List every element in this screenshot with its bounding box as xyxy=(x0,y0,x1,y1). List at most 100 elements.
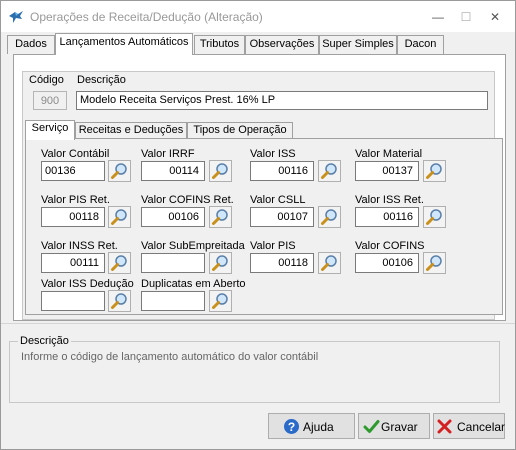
lookup-button[interactable] xyxy=(209,206,232,228)
save-label: Gravar xyxy=(381,420,418,434)
tab-label: Lançamentos Automáticos xyxy=(59,36,189,48)
lookup-button[interactable] xyxy=(318,252,341,274)
x-icon xyxy=(437,419,452,434)
valor-pis-ret-field[interactable]: 00118 xyxy=(41,207,105,227)
tab-servico[interactable]: Serviço xyxy=(25,120,75,140)
magnifier-icon xyxy=(426,255,442,271)
valor-iss-ret-field[interactable]: 00116 xyxy=(355,207,419,227)
lookup-button[interactable] xyxy=(209,252,232,274)
help-button[interactable]: ? Ajuda xyxy=(268,413,355,439)
lookup-button[interactable] xyxy=(108,290,131,312)
magnifier-icon xyxy=(212,209,228,225)
valor-subempreitada-field[interactable] xyxy=(141,253,205,273)
magnifier-icon xyxy=(111,293,127,309)
tab-dacon[interactable]: Dacon xyxy=(397,35,444,54)
minimize-button[interactable]: — xyxy=(425,7,451,27)
field-label: Valor INSS Ret. xyxy=(41,240,118,252)
duplicatas-em-aberto-field[interactable] xyxy=(141,291,205,311)
lookup-button[interactable] xyxy=(108,252,131,274)
descricao-label: Descrição xyxy=(77,74,126,86)
magnifier-icon xyxy=(321,209,337,225)
tab-tributos[interactable]: Tributos xyxy=(194,35,245,54)
lookup-button[interactable] xyxy=(318,160,341,182)
help-label: Ajuda xyxy=(303,420,334,434)
field-label: Valor PIS Ret. xyxy=(41,194,110,206)
descricao-field[interactable]: Modelo Receita Serviços Prest. 16% LP xyxy=(76,91,488,110)
magnifier-icon xyxy=(426,163,442,179)
close-icon: ✕ xyxy=(489,10,501,24)
svg-text:?: ? xyxy=(288,420,295,434)
field-label: Valor ISS Ret. xyxy=(355,194,424,206)
magnifier-icon xyxy=(321,163,337,179)
tab-label: Serviço xyxy=(31,122,69,134)
field-label: Valor ISS Dedução xyxy=(41,278,134,290)
lookup-button[interactable] xyxy=(209,290,232,312)
valor-iss-field[interactable]: 00116 xyxy=(250,161,314,181)
valor-pis-field[interactable]: 00118 xyxy=(250,253,314,273)
field-label: Valor CSLL xyxy=(250,194,306,206)
title-bar[interactable]: Operações de Receita/Dedução (Alteração)… xyxy=(1,1,515,32)
lookup-button[interactable] xyxy=(423,206,446,228)
valor-cofins-field[interactable]: 00106 xyxy=(355,253,419,273)
description-legend: Descrição xyxy=(18,335,71,347)
field-label: Valor PIS xyxy=(250,240,296,252)
codigo-label: Código xyxy=(29,74,64,86)
tab-receitas-deducoes[interactable]: Receitas e Deduções xyxy=(75,122,187,139)
tab-dados[interactable]: Dados xyxy=(7,35,55,54)
cancel-label: Cancelar xyxy=(457,420,506,434)
close-button[interactable]: ✕ xyxy=(482,7,508,27)
lookup-button[interactable] xyxy=(108,160,131,182)
field-label: Valor Contábil xyxy=(41,148,110,160)
tab-lancamentos-automaticos[interactable]: Lançamentos Automáticos xyxy=(55,33,193,55)
description-text: Informe o código de lançamento automátic… xyxy=(21,351,319,363)
valor-material-field[interactable]: 00137 xyxy=(355,161,419,181)
magnifier-icon xyxy=(111,163,127,179)
magnifier-icon xyxy=(111,209,127,225)
maximize-icon: ☐ xyxy=(460,10,472,24)
minimize-icon: — xyxy=(432,10,444,24)
field-label: Valor SubEmpreitada xyxy=(141,240,245,252)
lookup-button[interactable] xyxy=(423,252,446,274)
valor-iss-deducao-field[interactable] xyxy=(41,291,105,311)
field-label: Duplicatas em Aberto xyxy=(141,278,246,290)
save-button[interactable]: Gravar xyxy=(358,413,430,439)
magnifier-icon xyxy=(212,255,228,271)
magnifier-icon xyxy=(321,255,337,271)
tab-label: Tipos de Operação xyxy=(193,124,287,136)
magnifier-icon xyxy=(212,163,228,179)
codigo-field: 900 xyxy=(33,91,67,110)
field-label: Valor COFINS Ret. xyxy=(141,194,234,206)
cancel-button[interactable]: Cancelar xyxy=(433,413,505,439)
valor-cofins-ret-field[interactable]: 00106 xyxy=(141,207,205,227)
tab-label: Receitas e Deduções xyxy=(78,124,184,136)
tab-super-simples[interactable]: Super Simples xyxy=(319,35,397,54)
valor-csll-field[interactable]: 00107 xyxy=(250,207,314,227)
tab-observacoes[interactable]: Observações xyxy=(245,35,319,54)
lookup-button[interactable] xyxy=(318,206,341,228)
magnifier-icon xyxy=(426,209,442,225)
magnifier-icon xyxy=(111,255,127,271)
lookup-button[interactable] xyxy=(209,160,232,182)
maximize-button[interactable]: ☐ xyxy=(453,7,479,27)
valor-irrf-field[interactable]: 00114 xyxy=(141,161,205,181)
valor-inss-ret-field[interactable]: 00111 xyxy=(41,253,105,273)
tab-label: Super Simples xyxy=(322,38,394,50)
tab-label: Observações xyxy=(249,38,315,50)
help-icon: ? xyxy=(284,419,299,434)
tab-label: Dados xyxy=(15,38,47,50)
magnifier-icon xyxy=(212,293,228,309)
field-label: Valor IRRF xyxy=(141,148,195,160)
field-label: Valor COFINS xyxy=(355,240,425,252)
window: Operações de Receita/Dedução (Alteração)… xyxy=(0,0,516,450)
valor-contabil-field[interactable]: 00136 xyxy=(41,161,105,181)
check-icon xyxy=(363,420,380,433)
separator xyxy=(1,323,515,324)
field-label: Valor ISS xyxy=(250,148,296,160)
lookup-button[interactable] xyxy=(108,206,131,228)
lookup-button[interactable] xyxy=(423,160,446,182)
field-label: Valor Material xyxy=(355,148,423,160)
tab-tipos-operacao[interactable]: Tipos de Operação xyxy=(187,122,293,139)
app-bird-icon xyxy=(9,11,23,23)
window-title: Operações de Receita/Dedução (Alteração) xyxy=(30,10,263,24)
tab-label: Dacon xyxy=(404,38,437,50)
